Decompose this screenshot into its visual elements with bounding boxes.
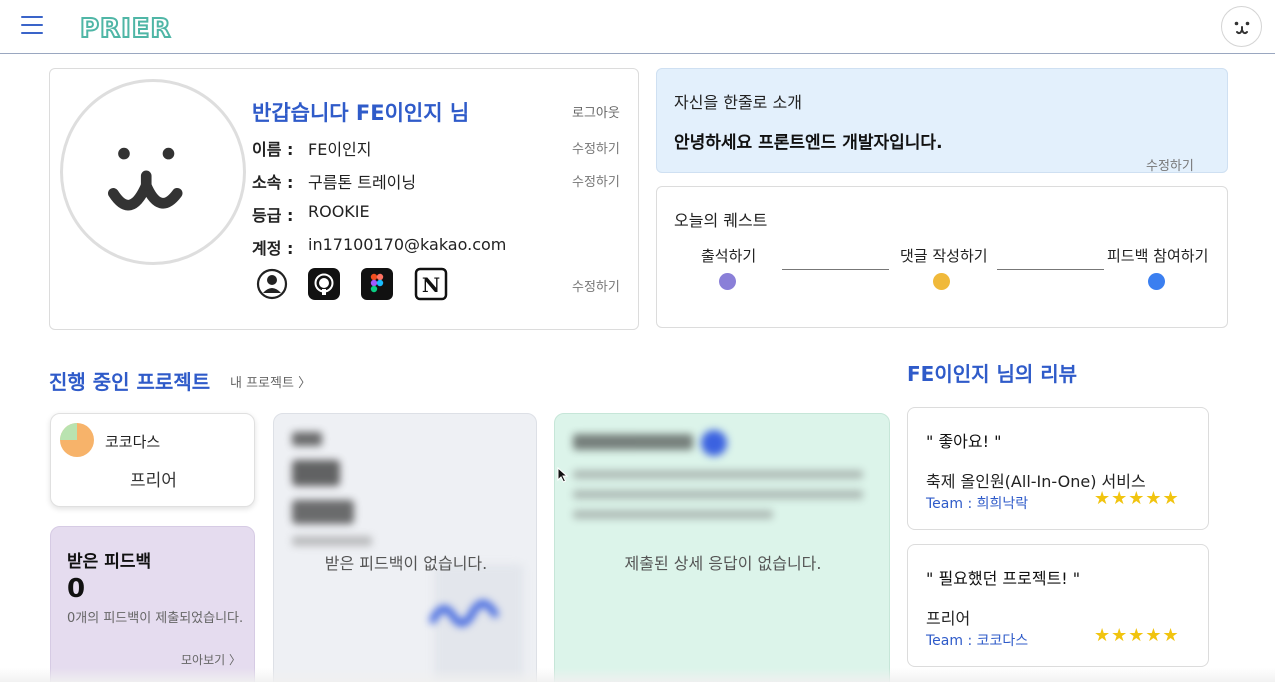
- intro-card: 자신을 한줄로 소개 안녕하세요 프론트엔드 개발자입니다. 수정하기: [656, 68, 1228, 174]
- logout-link[interactable]: 로그아웃: [572, 102, 620, 121]
- edit-name-link[interactable]: 수정하기: [572, 138, 620, 157]
- feedback-card: 받은 피드백 0 0개의 피드백이 제출되었습니다. 모아보기 〉: [50, 526, 255, 682]
- name-label: 이름 :: [252, 140, 294, 159]
- user-circle-icon[interactable]: [255, 267, 289, 301]
- projects-section-title: 진행 중인 프로젝트: [49, 370, 211, 394]
- blurred-placeholder: [573, 510, 773, 519]
- profile-avatar-button[interactable]: [1221, 6, 1262, 47]
- quest-feedback-dot[interactable]: [1148, 273, 1165, 290]
- bear-face-icon: [1234, 21, 1250, 35]
- review-stars: ★★★★★: [1094, 625, 1180, 646]
- profile-avatar: [60, 79, 246, 265]
- top-bar: PRIER: [0, 0, 1275, 54]
- edit-intro-link[interactable]: 수정하기: [1146, 155, 1194, 174]
- figma-icon[interactable]: [360, 267, 394, 301]
- project-pie-icon: [60, 423, 94, 457]
- github-icon[interactable]: [307, 267, 341, 301]
- blurred-placeholder: [292, 500, 354, 524]
- bear-face-icon: [108, 147, 183, 211]
- review-card[interactable]: " 필요했던 프로젝트! " 프리어 Team : 코코다스 ★★★★★: [907, 544, 1209, 667]
- review-project: 프리어: [926, 609, 971, 628]
- review-quote: " 필요했던 프로젝트! ": [926, 569, 1081, 588]
- svg-text:N: N: [422, 273, 440, 297]
- reviews-section-title: FE이인지 님의 리뷰: [907, 362, 1078, 386]
- review-team: Team : 희희낙락: [926, 496, 1029, 512]
- blurred-placeholder: [573, 490, 863, 499]
- notion-icon[interactable]: N: [414, 267, 448, 301]
- project-tile[interactable]: 코코다스 프리어: [50, 413, 255, 507]
- quest-attend-label: 출석하기: [701, 247, 757, 265]
- feedback-count: 0: [67, 574, 86, 604]
- logo-text: PRIER: [80, 14, 172, 42]
- profile-card: 반갑습니다 FE이인지 님 로그아웃 이름 : FE이인지 수정하기 소속 : …: [49, 68, 639, 330]
- ai-empty-message: 제출된 상세 응답이 없습니다.: [624, 554, 822, 573]
- stats-empty-message: 받은 피드백이 없습니다.: [324, 554, 488, 573]
- feedback-more-link[interactable]: 모아보기 〉: [181, 651, 241, 668]
- quest-comment-dot[interactable]: [933, 273, 950, 290]
- hamburger-menu-icon[interactable]: [21, 16, 45, 36]
- greeting-title: 반갑습니다 FE이인지 님: [252, 101, 470, 125]
- quest-attend-dot[interactable]: [719, 273, 736, 290]
- review-stars: ★★★★★: [1094, 488, 1180, 509]
- blurred-placeholder: [292, 432, 322, 446]
- grade-label: 등급 :: [252, 206, 294, 225]
- quest-feedback-label: 피드백 참여하기: [1107, 247, 1209, 265]
- feedback-title: 받은 피드백: [67, 552, 152, 572]
- prier-logo[interactable]: PRIER: [80, 12, 185, 42]
- intro-text: 안녕하세요 프론트엔드 개발자입니다.: [674, 133, 943, 153]
- quest-card: 오늘의 퀘스트 출석하기 댓글 작성하기 피드백 참여하기: [656, 186, 1228, 328]
- blurred-placeholder: [292, 460, 340, 486]
- account-label: 계정 :: [252, 239, 294, 258]
- blurred-placeholder: [573, 434, 693, 450]
- mouse-cursor-icon: [557, 467, 569, 483]
- edit-social-link[interactable]: 수정하기: [572, 276, 620, 295]
- blurred-wave-icon: [429, 600, 499, 627]
- intro-title: 자신을 한줄로 소개: [674, 93, 802, 112]
- edit-affiliation-link[interactable]: 수정하기: [572, 171, 620, 190]
- grade-value: ROOKIE: [308, 202, 370, 221]
- feedback-description: 0개의 피드백이 제출되었습니다.: [67, 611, 244, 626]
- blurred-placeholder: [573, 470, 863, 479]
- affiliation-value: 구름톤 트레이닝: [308, 173, 417, 192]
- my-projects-link[interactable]: 내 프로젝트 〉: [230, 372, 311, 391]
- quest-connector: [997, 269, 1104, 270]
- review-team: Team : 코코다스: [926, 633, 1029, 649]
- review-quote: " 좋아요! ": [926, 432, 1002, 451]
- blurred-placeholder: [701, 430, 727, 456]
- ai-report-card: 제출된 상세 응답이 없습니다.: [554, 413, 890, 682]
- project-team-name: 코코다스: [105, 433, 161, 451]
- blurred-placeholder: [292, 536, 372, 546]
- project-name: 프리어: [130, 471, 177, 491]
- affiliation-label: 소속 :: [252, 173, 294, 192]
- quest-comment-label: 댓글 작성하기: [900, 247, 988, 265]
- quest-connector: [782, 269, 889, 270]
- account-value: in17100170@kakao.com: [308, 235, 507, 254]
- stats-card: 받은 피드백이 없습니다.: [273, 413, 537, 682]
- name-value: FE이인지: [308, 140, 372, 159]
- review-card[interactable]: " 좋아요! " 축제 올인원(All-In-One) 서비스 Team : 희…: [907, 407, 1209, 530]
- quest-title: 오늘의 퀘스트: [674, 211, 768, 230]
